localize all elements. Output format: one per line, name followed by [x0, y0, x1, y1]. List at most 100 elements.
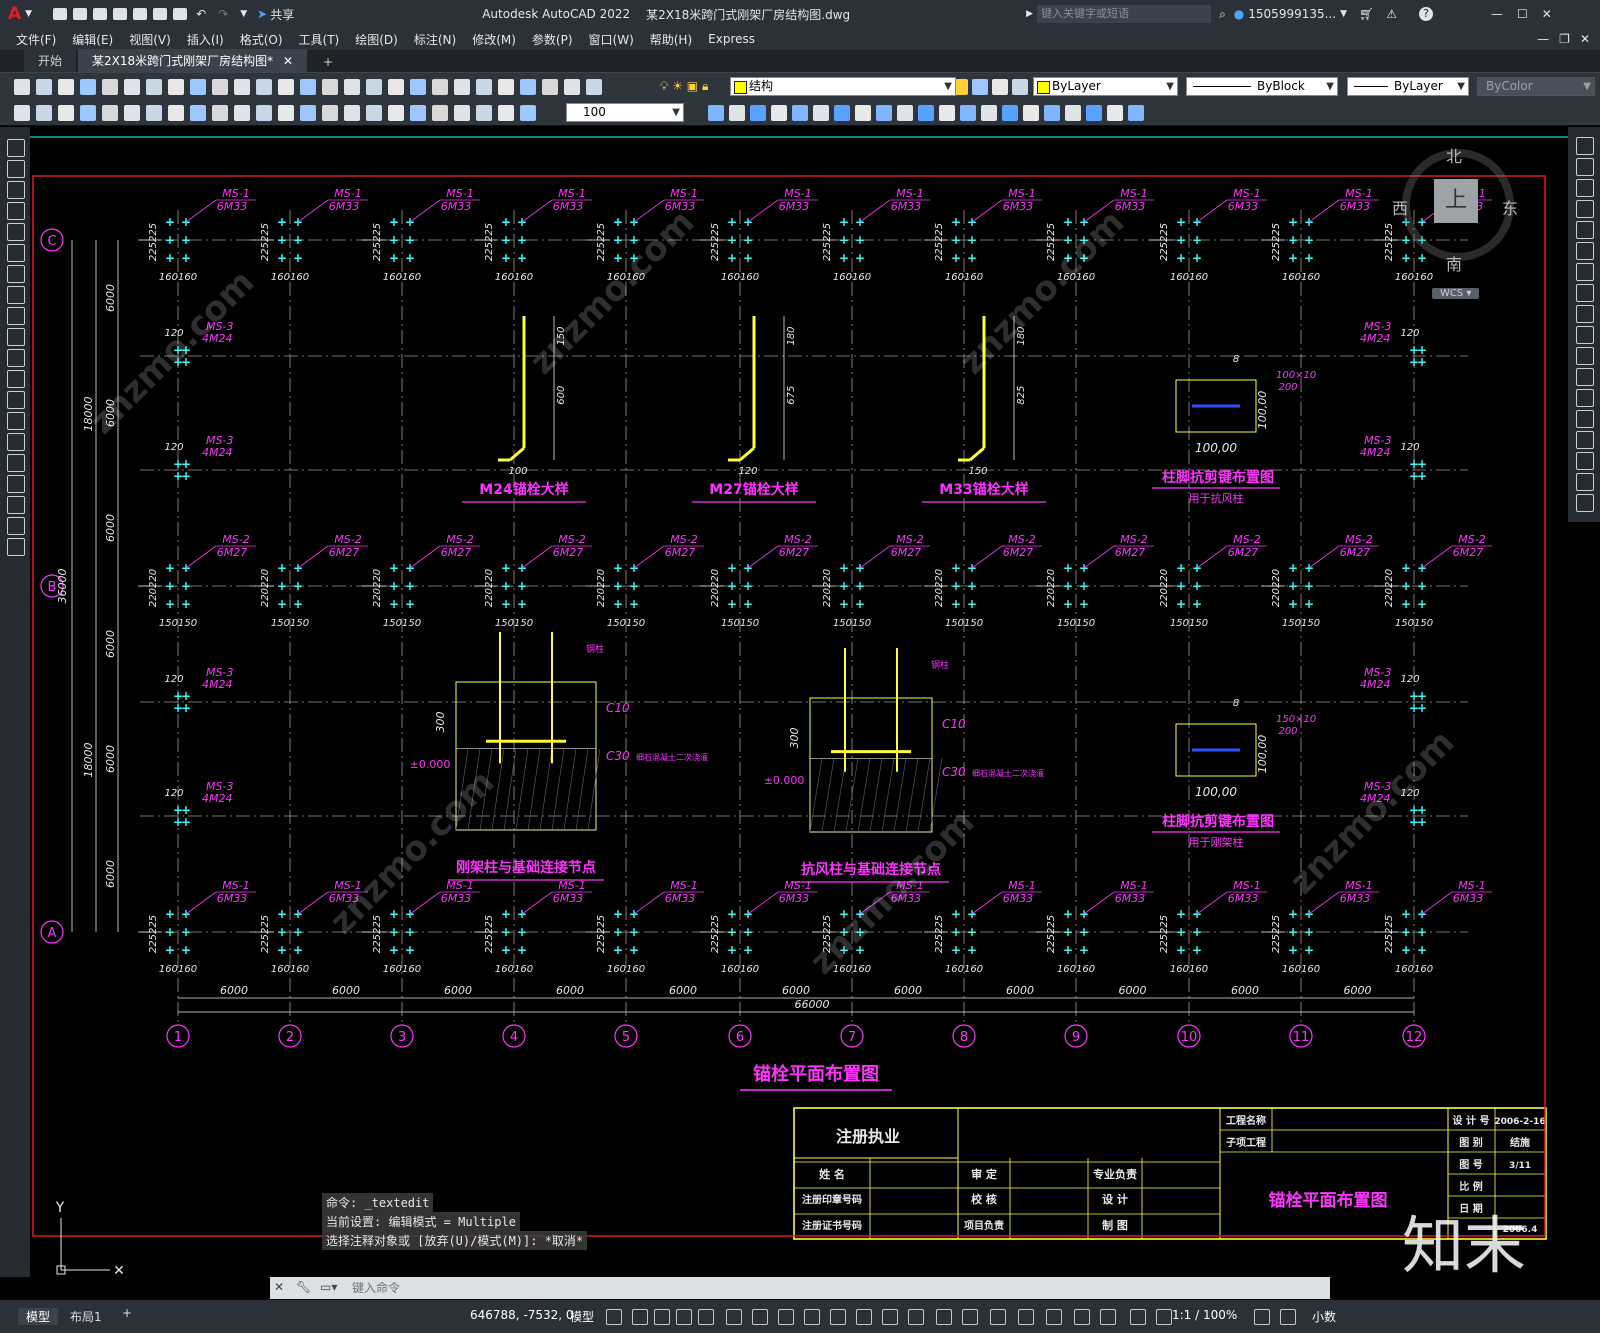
standard-tool-icon[interactable] — [476, 79, 492, 95]
status-toggle-icon[interactable] — [1280, 1309, 1296, 1325]
tab-start[interactable]: 开始 — [24, 49, 77, 72]
app-menu-chevron-icon[interactable]: ▼ — [25, 9, 32, 19]
status-toggle-icon[interactable] — [856, 1309, 872, 1325]
standard-tool-icon[interactable] — [388, 79, 404, 95]
standard-tool-icon[interactable] — [80, 79, 96, 95]
standard-tool-icon[interactable] — [190, 79, 206, 95]
menu-modify[interactable]: 修改(M) — [472, 31, 516, 48]
object-tool-icon[interactable] — [750, 105, 766, 121]
menu-tools[interactable]: 工具(T) — [299, 31, 340, 48]
user-icon[interactable]: ● — [1234, 7, 1244, 21]
status-toggle-icon[interactable] — [676, 1309, 692, 1325]
modify-tool-icon[interactable] — [1576, 221, 1594, 239]
object-tool-icon[interactable] — [1086, 105, 1102, 121]
menu-format[interactable]: 格式(O) — [240, 31, 283, 48]
menu-draw[interactable]: 绘图(D) — [355, 31, 398, 48]
object-tool-icon[interactable] — [981, 105, 997, 121]
menu-express[interactable]: Express — [708, 32, 755, 46]
standard-tool-icon[interactable] — [168, 79, 184, 95]
standard-tool-icon[interactable] — [234, 79, 250, 95]
tab-layout1[interactable]: 布局1 — [70, 1308, 102, 1325]
open-icon[interactable] — [73, 8, 88, 20]
menu-view[interactable]: 视图(V) — [129, 31, 171, 48]
object-tool-icon[interactable] — [939, 105, 955, 121]
draw-tool-icon[interactable] — [7, 286, 25, 304]
autodesk-app-icon[interactable]: ⚠ — [1386, 7, 1397, 21]
standard-tool-icon[interactable] — [432, 79, 448, 95]
new-tab-button[interactable]: + — [309, 52, 347, 72]
dimension-tool-icon[interactable] — [520, 105, 536, 121]
search-icon[interactable]: ⌕ — [1219, 7, 1226, 22]
lineweight-dropdown[interactable]: ByLayer ▼ — [1347, 77, 1469, 96]
status-toggle-icon[interactable] — [606, 1309, 622, 1325]
open-web-icon[interactable] — [133, 8, 148, 20]
object-tool-icon[interactable] — [813, 105, 829, 121]
draw-tool-icon[interactable] — [7, 349, 25, 367]
standard-tool-icon[interactable] — [212, 79, 228, 95]
dimension-tool-icon[interactable] — [476, 105, 492, 121]
status-toggle-icon[interactable] — [830, 1309, 846, 1325]
modify-tool-icon[interactable] — [1576, 263, 1594, 281]
draw-tool-icon[interactable] — [7, 475, 25, 493]
draw-tool-icon[interactable] — [7, 223, 25, 241]
viewcube-west[interactable]: 西 — [1392, 195, 1408, 219]
standard-tool-icon[interactable] — [278, 79, 294, 95]
dimension-tool-icon[interactable] — [36, 105, 52, 121]
standard-tool-icon[interactable] — [36, 79, 52, 95]
status-toggle-icon[interactable] — [1130, 1309, 1146, 1325]
save-icon[interactable] — [93, 8, 108, 20]
draw-tool-icon[interactable] — [7, 265, 25, 283]
cad-drawing[interactable]: 1 2 3 4 5 6 7 8 9 10 11 12CBA3600018000180006000600… — [30, 127, 1568, 1277]
object-tool-icon[interactable] — [855, 105, 871, 121]
modify-tool-icon[interactable] — [1576, 431, 1594, 449]
menu-parametric[interactable]: 参数(P) — [532, 31, 573, 48]
draw-tool-icon[interactable] — [7, 139, 25, 157]
dimension-tool-icon[interactable] — [344, 105, 360, 121]
tab-drawing[interactable]: 某2X18米跨门式刚架厂房结构图* ✕ — [78, 49, 308, 72]
dimension-tool-icon[interactable] — [454, 105, 470, 121]
object-tool-icon[interactable] — [1107, 105, 1123, 121]
dimension-tool-icon[interactable] — [498, 105, 514, 121]
dimension-tool-icon[interactable] — [80, 105, 96, 121]
standard-tool-icon[interactable] — [322, 79, 338, 95]
command-input[interactable] — [350, 1279, 1314, 1297]
wcs-button[interactable]: WCS ▾ — [1432, 288, 1480, 299]
autocad-logo[interactable]: A — [8, 4, 21, 24]
modify-tool-icon[interactable] — [1576, 410, 1594, 428]
minimize-icon[interactable]: — — [1491, 7, 1503, 21]
status-toggle-icon[interactable] — [804, 1309, 820, 1325]
status-toggle-icon[interactable] — [908, 1309, 924, 1325]
modify-tool-icon[interactable] — [1576, 305, 1594, 323]
drawing-canvas[interactable]: 1 2 3 4 5 6 7 8 9 10 11 12 C B A 36000 18000 18000 6000 600… — [30, 127, 1568, 1277]
command-line[interactable]: ✕ 🔧︎ ▭▾ — [270, 1277, 1330, 1299]
status-toggle-icon[interactable] — [962, 1309, 978, 1325]
modify-tool-icon[interactable] — [1576, 326, 1594, 344]
modify-tool-icon[interactable] — [1576, 242, 1594, 260]
draw-tool-icon[interactable] — [7, 328, 25, 346]
search-input[interactable]: 键入关键字或短语 — [1037, 5, 1212, 23]
user-chevron-icon[interactable]: ▼ — [1340, 9, 1347, 19]
cart-icon[interactable]: 🛒︎ — [1359, 7, 1374, 21]
cmd-close-icon[interactable]: ✕ — [274, 1280, 284, 1294]
dimension-tool-icon[interactable] — [432, 105, 448, 121]
status-toggle-icon[interactable] — [1254, 1309, 1270, 1325]
modify-tool-icon[interactable] — [1576, 284, 1594, 302]
layer-tool-icon[interactable] — [992, 79, 1008, 95]
status-toggle-icon[interactable] — [1018, 1309, 1034, 1325]
dimension-tool-icon[interactable] — [168, 105, 184, 121]
modify-tool-icon[interactable] — [1576, 389, 1594, 407]
dimension-tool-icon[interactable] — [388, 105, 404, 121]
status-toggle-icon[interactable] — [990, 1309, 1006, 1325]
share-button[interactable]: 共享 — [270, 6, 294, 23]
modify-tool-icon[interactable] — [1576, 158, 1594, 176]
plot-icon[interactable] — [173, 8, 188, 20]
object-tool-icon[interactable] — [897, 105, 913, 121]
save-as-icon[interactable] — [113, 8, 128, 20]
redo-icon[interactable]: ↷ — [218, 7, 228, 21]
add-layout-icon[interactable]: + — [122, 1306, 132, 1320]
object-tool-icon[interactable] — [1044, 105, 1060, 121]
modify-tool-icon[interactable] — [1576, 452, 1594, 470]
object-tool-icon[interactable] — [729, 105, 745, 121]
menu-dimension[interactable]: 标注(N) — [414, 31, 456, 48]
dimension-tool-icon[interactable] — [410, 105, 426, 121]
